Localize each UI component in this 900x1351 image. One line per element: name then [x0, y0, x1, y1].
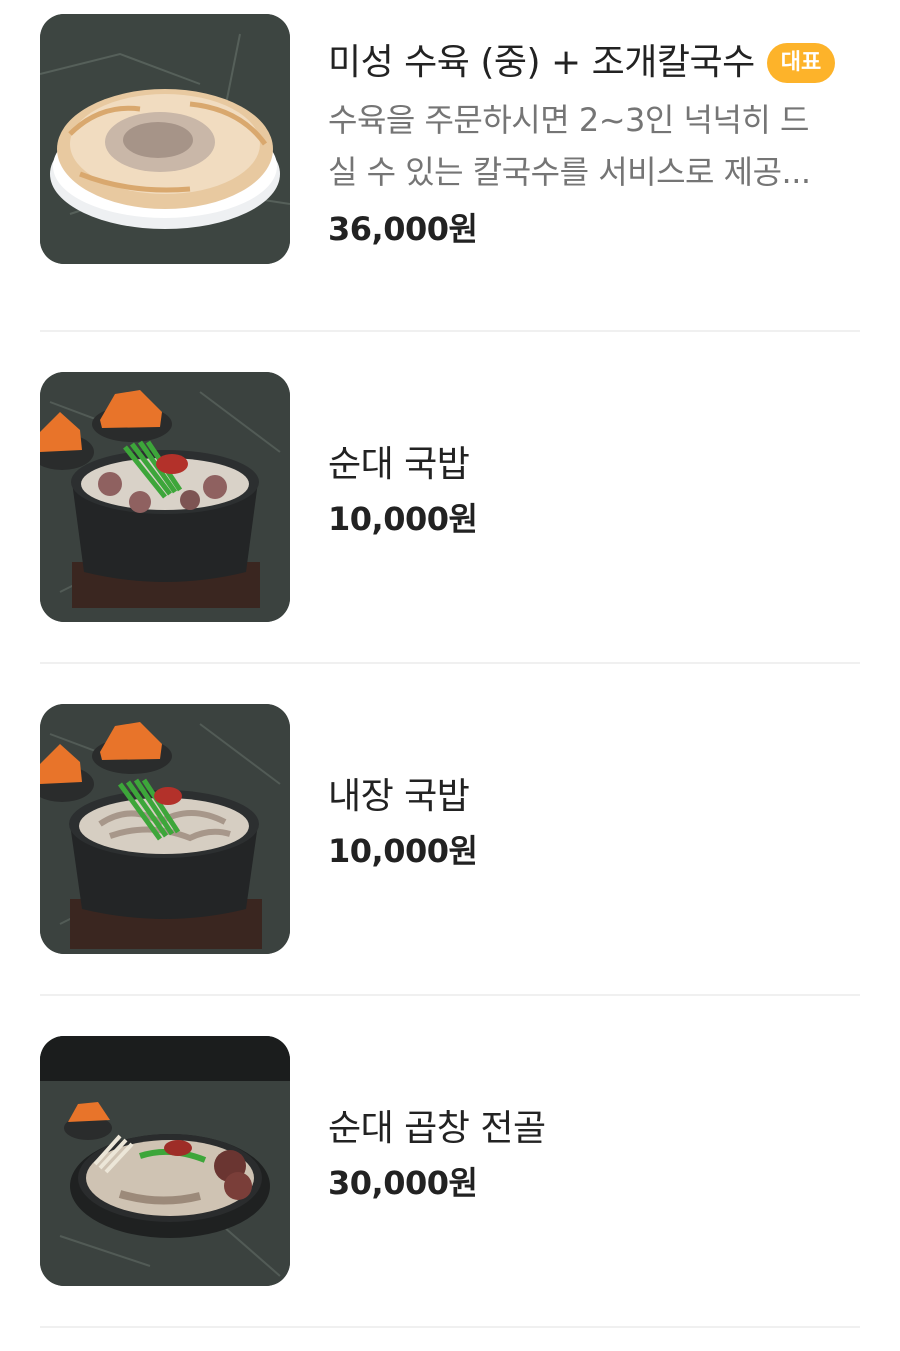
- menu-item-name: 순대 곱창 전골: [328, 1108, 546, 1149]
- signature-badge: 대표: [766, 43, 836, 83]
- menu-item-price: 36,000원: [328, 210, 478, 248]
- menu-item-image[interactable]: [40, 1036, 290, 1286]
- menu-item[interactable]: 내장 국밥 10,000원: [40, 664, 860, 996]
- boiled-pork-plate-icon: [40, 14, 290, 264]
- naejang-gukbap-bowl-icon: [40, 704, 290, 954]
- menu-item[interactable]: 순대 곱창 전골 30,000원: [40, 996, 860, 1328]
- sundae-gopchang-hotpot-icon: [40, 1036, 290, 1286]
- menu-item-price: 30,000원: [328, 1164, 478, 1202]
- menu-item-image[interactable]: [40, 704, 290, 954]
- menu-item[interactable]: 미성 수육 (중) + 조개칼국수 대표 수육을 주문하시면 2~3인 넉넉히 …: [40, 0, 860, 332]
- menu-item-image[interactable]: [40, 14, 290, 264]
- menu-item-name: 내장 국밥: [328, 776, 470, 817]
- menu-item-name: 순대 국밥: [328, 444, 470, 485]
- menu-item-description: 수육을 주문하시면 2~3인 넉넉히 드 실 수 있는 칼국수를 서비스로 제공…: [328, 101, 811, 191]
- menu-item-price: 10,000원: [328, 832, 478, 870]
- sundae-gukbap-bowl-icon: [40, 372, 290, 622]
- menu-list: 미성 수육 (중) + 조개칼국수 대표 수육을 주문하시면 2~3인 넉넉히 …: [0, 0, 900, 1351]
- menu-item-price: 10,000원: [328, 500, 478, 538]
- menu-item[interactable]: 순대 국밥 10,000원: [40, 332, 860, 664]
- menu-item-name: 미성 수육 (중) + 조개칼국수: [328, 42, 755, 83]
- menu-item-image[interactable]: [40, 372, 290, 622]
